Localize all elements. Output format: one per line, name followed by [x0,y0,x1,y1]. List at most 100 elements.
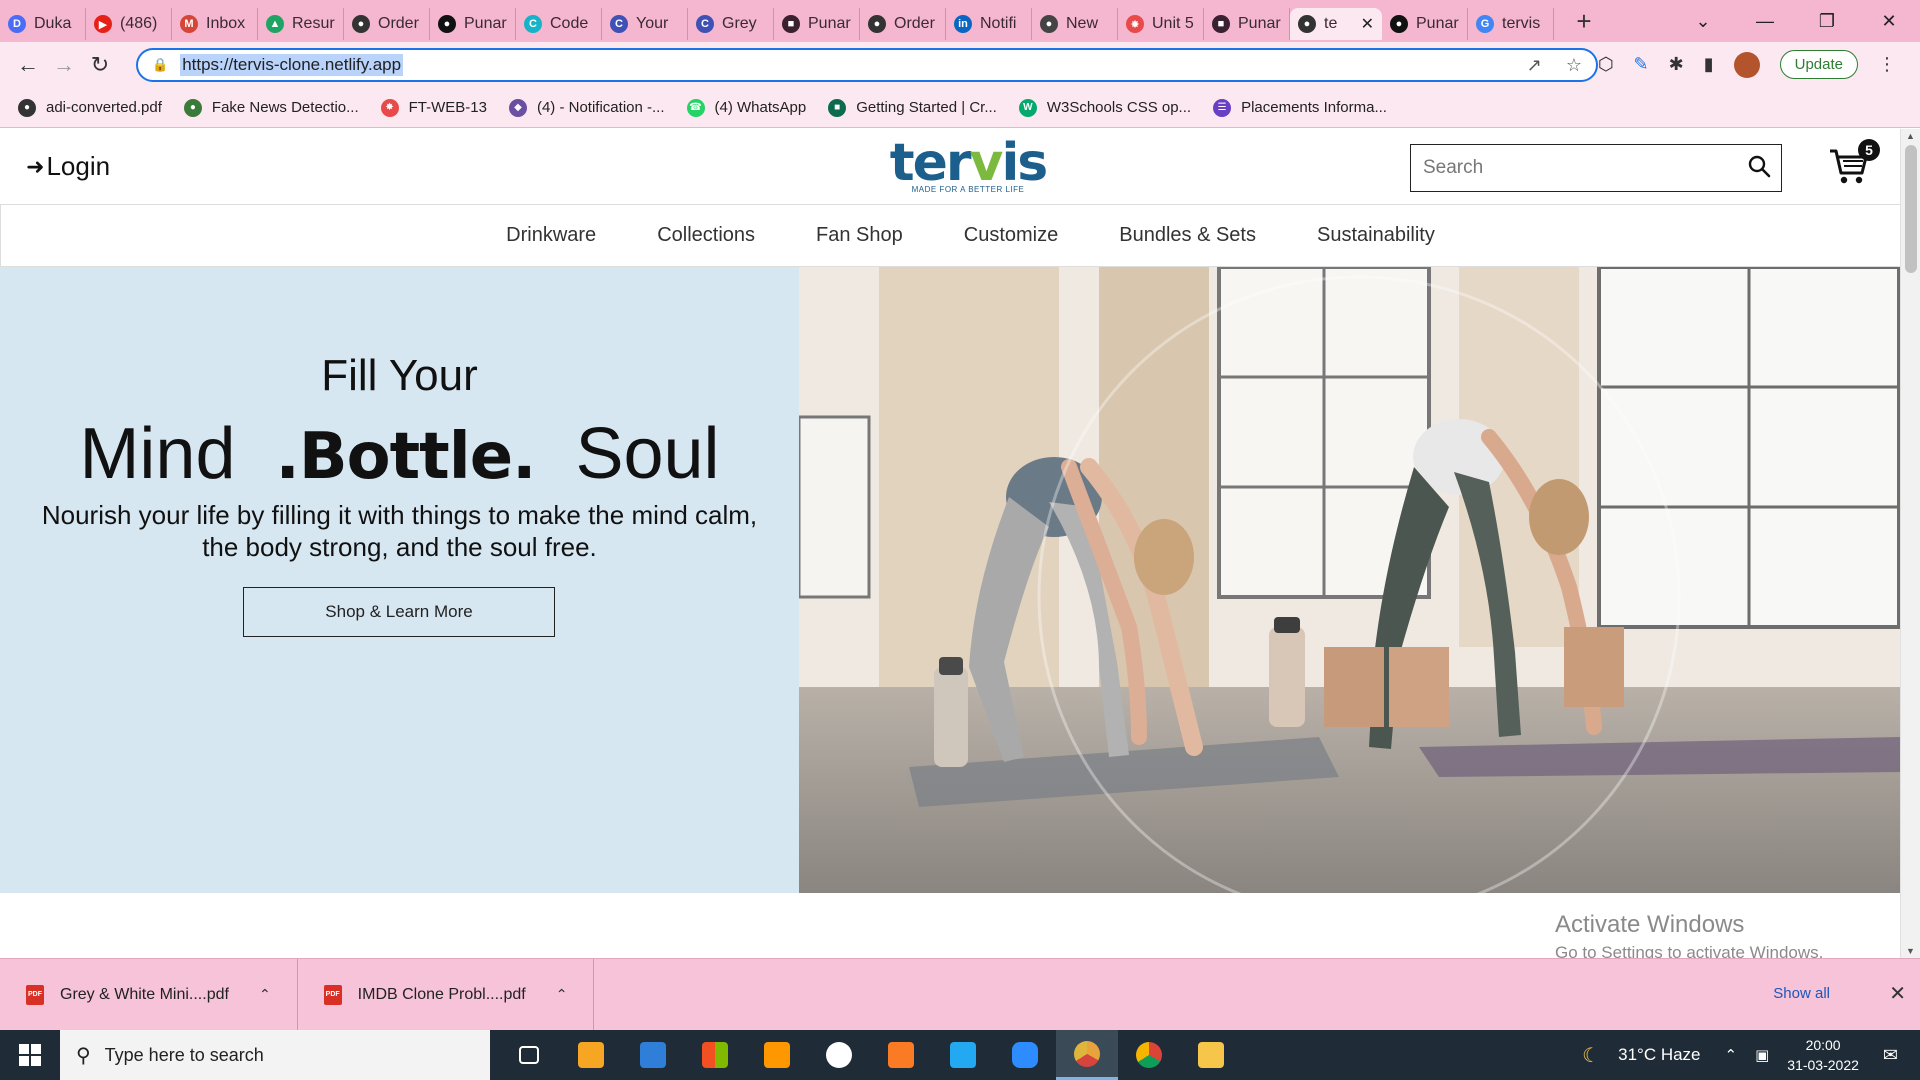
sublime-text-icon[interactable] [746,1030,808,1080]
browser-tab[interactable]: C Grey [688,8,774,40]
nav-link[interactable]: Sustainability [1317,224,1435,247]
minimize-button[interactable]: — [1734,11,1796,32]
vscode-icon[interactable] [932,1030,994,1080]
tab-search-icon[interactable]: ⌄ [1672,11,1734,32]
nav-link[interactable]: Bundles & Sets [1119,224,1256,247]
browser-tab[interactable]: ● Punar [1382,8,1468,40]
tab-label: Resur [292,15,335,32]
nav-link[interactable]: Drinkware [506,224,596,247]
browser-tab[interactable]: ✸ Unit 5 [1118,8,1204,40]
scroll-up-arrow[interactable]: ▲ [1906,131,1915,141]
lock-icon[interactable]: 🔒 [152,57,168,73]
side-panel-icon[interactable]: ▮ [1704,54,1714,75]
page-scrollbar[interactable]: ▲ ▼ [1900,129,1920,958]
chrome-icon[interactable] [1118,1030,1180,1080]
back-button[interactable]: ← [10,52,46,78]
browser-tab[interactable]: ● Order [860,8,946,40]
search-icon[interactable] [1747,154,1771,183]
taskbar-search-box[interactable]: ⚲ Type here to search [60,1030,490,1080]
extension-pen-icon[interactable]: ✎ [1634,54,1649,75]
bookmark-item[interactable]: ◆ (4) - Notification -... [508,98,665,117]
tab-favicon-icon: ● [352,15,370,33]
tab-label: Punar [1238,15,1281,32]
close-window-button[interactable]: ✕ [1858,11,1920,32]
chevron-up-icon[interactable]: ⌃ [556,986,568,1003]
nav-link[interactable]: Collections [657,224,755,247]
scrollbar-thumb[interactable] [1905,145,1917,273]
browser-tab[interactable]: ● te ✕ [1290,8,1382,40]
tervis-logo[interactable]: tervis MADE FOR A BETTER LIFE [882,137,1054,197]
bookmark-label: adi-converted.pdf [46,99,162,116]
system-tray: ☾ 31°C Haze ⌃ ▣ 20:00 31-03-2022 ✉ [1582,1030,1920,1080]
task-view-icon[interactable] [498,1030,560,1080]
share-icon[interactable]: ↗ [1527,55,1542,76]
chrome-canary-icon[interactable] [1056,1030,1118,1080]
menu-kebab-icon[interactable]: ⋮ [1878,54,1896,75]
windows-start-button[interactable] [0,1030,60,1080]
store-icon[interactable] [684,1030,746,1080]
browser-tab[interactable]: ● New [1032,8,1118,40]
bookmark-item[interactable]: ☎ (4) WhatsApp [686,98,806,117]
xampp-icon[interactable] [870,1030,932,1080]
bookmark-item[interactable]: ■ Getting Started | Cr... [828,98,997,117]
extensions-puzzle-icon[interactable]: ✱ [1669,54,1684,75]
media-player-icon[interactable] [560,1030,622,1080]
close-tab-icon[interactable]: ✕ [1361,14,1374,34]
new-tab-button[interactable]: + [1564,6,1604,37]
slack-icon[interactable] [808,1030,870,1080]
profile-avatar[interactable] [1733,51,1760,78]
tab-label: Notifi [980,15,1017,32]
close-download-shelf-icon[interactable]: ✕ [1889,981,1906,1006]
bookmark-item[interactable]: ☰ Placements Informa... [1213,98,1387,117]
bookmark-item[interactable]: W W3Schools CSS op... [1018,98,1191,117]
bookmark-item[interactable]: ● adi-converted.pdf [18,98,162,117]
mail-icon[interactable] [622,1030,684,1080]
page-viewport: ➜ Login tervis MADE FOR A BETTER LIFE 5 … [0,129,1900,958]
forward-button[interactable]: → [46,52,82,78]
file-explorer-icon[interactable] [1180,1030,1242,1080]
maximize-button[interactable]: ❐ [1796,11,1858,32]
browser-tab[interactable]: M Inbox [172,8,258,40]
browser-tab[interactable]: ● Punar [430,8,516,40]
download-item[interactable]: PDF IMDB Clone Probl....pdf ⌃ [298,958,595,1031]
chevron-up-icon[interactable]: ⌃ [1725,1046,1738,1064]
browser-tab[interactable]: ■ Punar [774,8,860,40]
bookmark-item[interactable]: ✸ FT-WEB-13 [380,98,487,117]
login-link[interactable]: ➜ Login [26,151,110,182]
cart-button[interactable]: 5 [1828,139,1880,192]
browser-tab[interactable]: in Notifi [946,8,1032,40]
browser-tab[interactable]: ● Order [344,8,430,40]
windows-logo-icon [19,1044,41,1066]
extension-cube-icon[interactable]: ⬡ [1598,54,1614,75]
notification-center-icon[interactable]: ✉ [1883,1045,1898,1066]
taskbar-clock[interactable]: 20:00 31-03-2022 [1787,1035,1859,1075]
network-icon[interactable]: ▣ [1755,1046,1769,1064]
browser-tab[interactable]: Gtervis [1468,8,1554,40]
tab-favicon-icon: C [610,15,628,33]
browser-tab[interactable]: ▶ (486) [86,8,172,40]
nav-link[interactable]: Customize [964,224,1058,247]
logo-text-a: ter [889,133,972,193]
browser-tab[interactable]: C Code [516,8,602,40]
browser-tab[interactable]: D Duka [0,8,86,40]
update-button[interactable]: Update [1779,50,1858,79]
scroll-down-arrow[interactable]: ▼ [1906,946,1915,956]
download-item[interactable]: PDF Grey & White Mini....pdf ⌃ [0,958,298,1031]
show-all-downloads-link[interactable]: Show all [1773,985,1830,1002]
hero-heading-line2: Mind .Bottle. Soul [0,413,799,495]
browser-tab[interactable]: C Your [602,8,688,40]
search-input[interactable] [1423,157,1733,179]
bookmark-star-icon[interactable]: ☆ [1566,55,1582,76]
browser-tab[interactable]: ■ Punar [1204,8,1290,40]
weather-text[interactable]: 31°C Haze [1618,1045,1700,1065]
chevron-up-icon[interactable]: ⌃ [259,986,271,1003]
shop-learn-more-button[interactable]: Shop & Learn More [243,587,555,637]
logo-text-c: is [1001,133,1048,193]
browser-tab[interactable]: ▲ Resur [258,8,344,40]
bookmark-item[interactable]: ● Fake News Detectio... [183,98,359,117]
reload-button[interactable]: ↻ [82,52,118,78]
zoom-icon[interactable] [994,1030,1056,1080]
nav-link[interactable]: Fan Shop [816,224,903,247]
url-text[interactable]: https://tervis-clone.netlify.app [180,54,404,76]
address-bar[interactable]: 🔒 https://tervis-clone.netlify.app ↗ ☆ [136,48,1598,82]
